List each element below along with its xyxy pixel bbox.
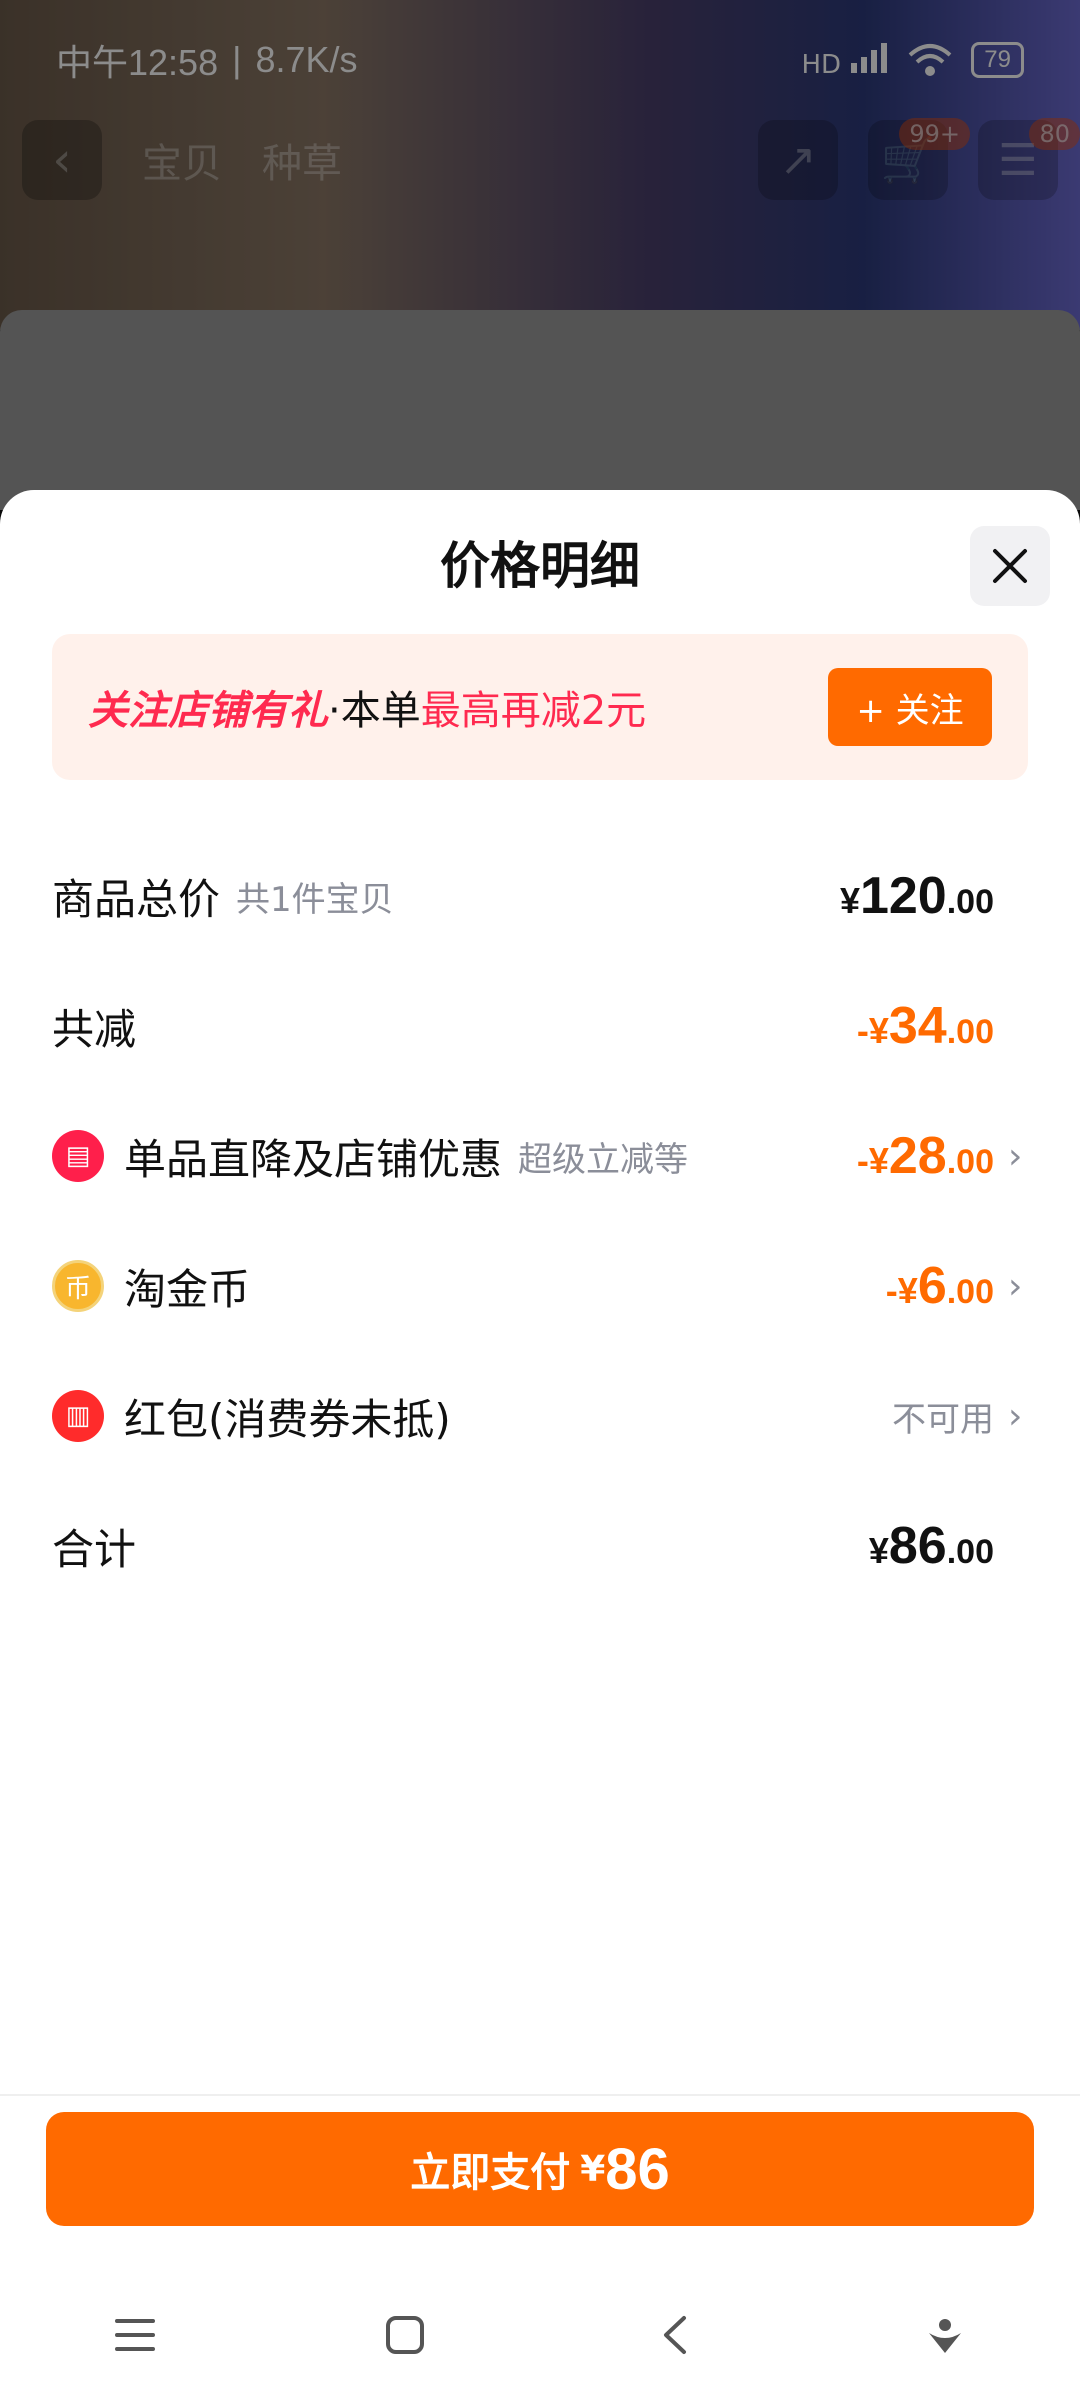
pay-amount: 86 <box>605 2136 670 2202</box>
store-discount-sub: 超级立减等 <box>518 1139 689 1180</box>
red-packet-label: 红包(消费券未抵) <box>124 1394 451 1444</box>
promo-offer: 最高再减2元 <box>420 688 647 734</box>
red-packet-status: 不可用 <box>892 1399 994 1440</box>
promo-highlight: 关注店铺有礼 <box>88 688 328 734</box>
sum-label: 合计 <box>52 1524 137 1574</box>
close-button[interactable] <box>970 526 1050 606</box>
total-price-label: 商品总价 <box>52 874 221 924</box>
chevron-right-icon: › <box>1008 1265 1023 1307</box>
sheet-title: 价格明细 <box>440 537 640 595</box>
discount-label: 共减 <box>52 1004 137 1054</box>
store-discount-label: 单品直降及店铺优惠 <box>124 1134 503 1184</box>
home-icon[interactable] <box>365 2295 445 2375</box>
total-price-amount: ¥120.00 <box>839 867 994 925</box>
pay-label: 立即支付 <box>410 2150 571 2196</box>
follow-store-promo: 关注店铺有礼 ·本单 最高再减2元 + 关注 <box>52 634 1028 780</box>
coins-label: 淘金币 <box>124 1264 251 1314</box>
promo-mid: ·本单 <box>328 688 421 734</box>
sum-row: 合计 ¥86.00 <box>52 1506 1028 1586</box>
red-packet-row[interactable]: ▥ 红包(消费券未抵) 不可用 › <box>52 1376 1028 1456</box>
coins-row[interactable]: 币 淘金币 -¥ 6.00 › <box>52 1246 1028 1326</box>
coins-amount: -¥ 6.00 <box>885 1257 994 1315</box>
item-count: 共1件宝贝 <box>236 879 394 920</box>
discount-amount: -¥ 34.00 <box>856 997 994 1055</box>
menu-icon[interactable] <box>95 2295 175 2375</box>
coin-icon: 币 <box>52 1260 104 1312</box>
follow-button[interactable]: + 关注 <box>828 668 992 746</box>
price-detail-sheet: 价格明细 关注店铺有礼 ·本单 最高再减2元 + 关注 商品总价 共1件宝贝 ¥… <box>0 490 1080 2400</box>
red-packet-icon: ▥ <box>52 1390 104 1442</box>
pay-currency: ¥ <box>580 2148 606 2190</box>
store-discount-row[interactable]: ▤ 单品直降及店铺优惠 超级立减等 -¥ 28.00 › <box>52 1116 1028 1196</box>
close-icon <box>993 549 1027 583</box>
pay-now-button[interactable]: 立即支付 ¥ 86 <box>46 2112 1034 2226</box>
chevron-right-icon: › <box>1008 1135 1023 1177</box>
discount-row: 共减 -¥ 34.00 <box>52 986 1028 1066</box>
total-price-row: 商品总价 共1件宝贝 ¥120.00 <box>52 856 1028 936</box>
chevron-right-icon: › <box>1008 1395 1023 1437</box>
assistant-icon[interactable] <box>905 2295 985 2375</box>
store-discount-amount: -¥ 28.00 <box>856 1127 994 1185</box>
store-icon: ▤ <box>52 1130 104 1182</box>
system-nav-bar <box>0 2270 1080 2400</box>
sum-amount: ¥86.00 <box>868 1517 994 1575</box>
back-nav-icon[interactable] <box>635 2295 715 2375</box>
divider <box>0 2094 1080 2096</box>
